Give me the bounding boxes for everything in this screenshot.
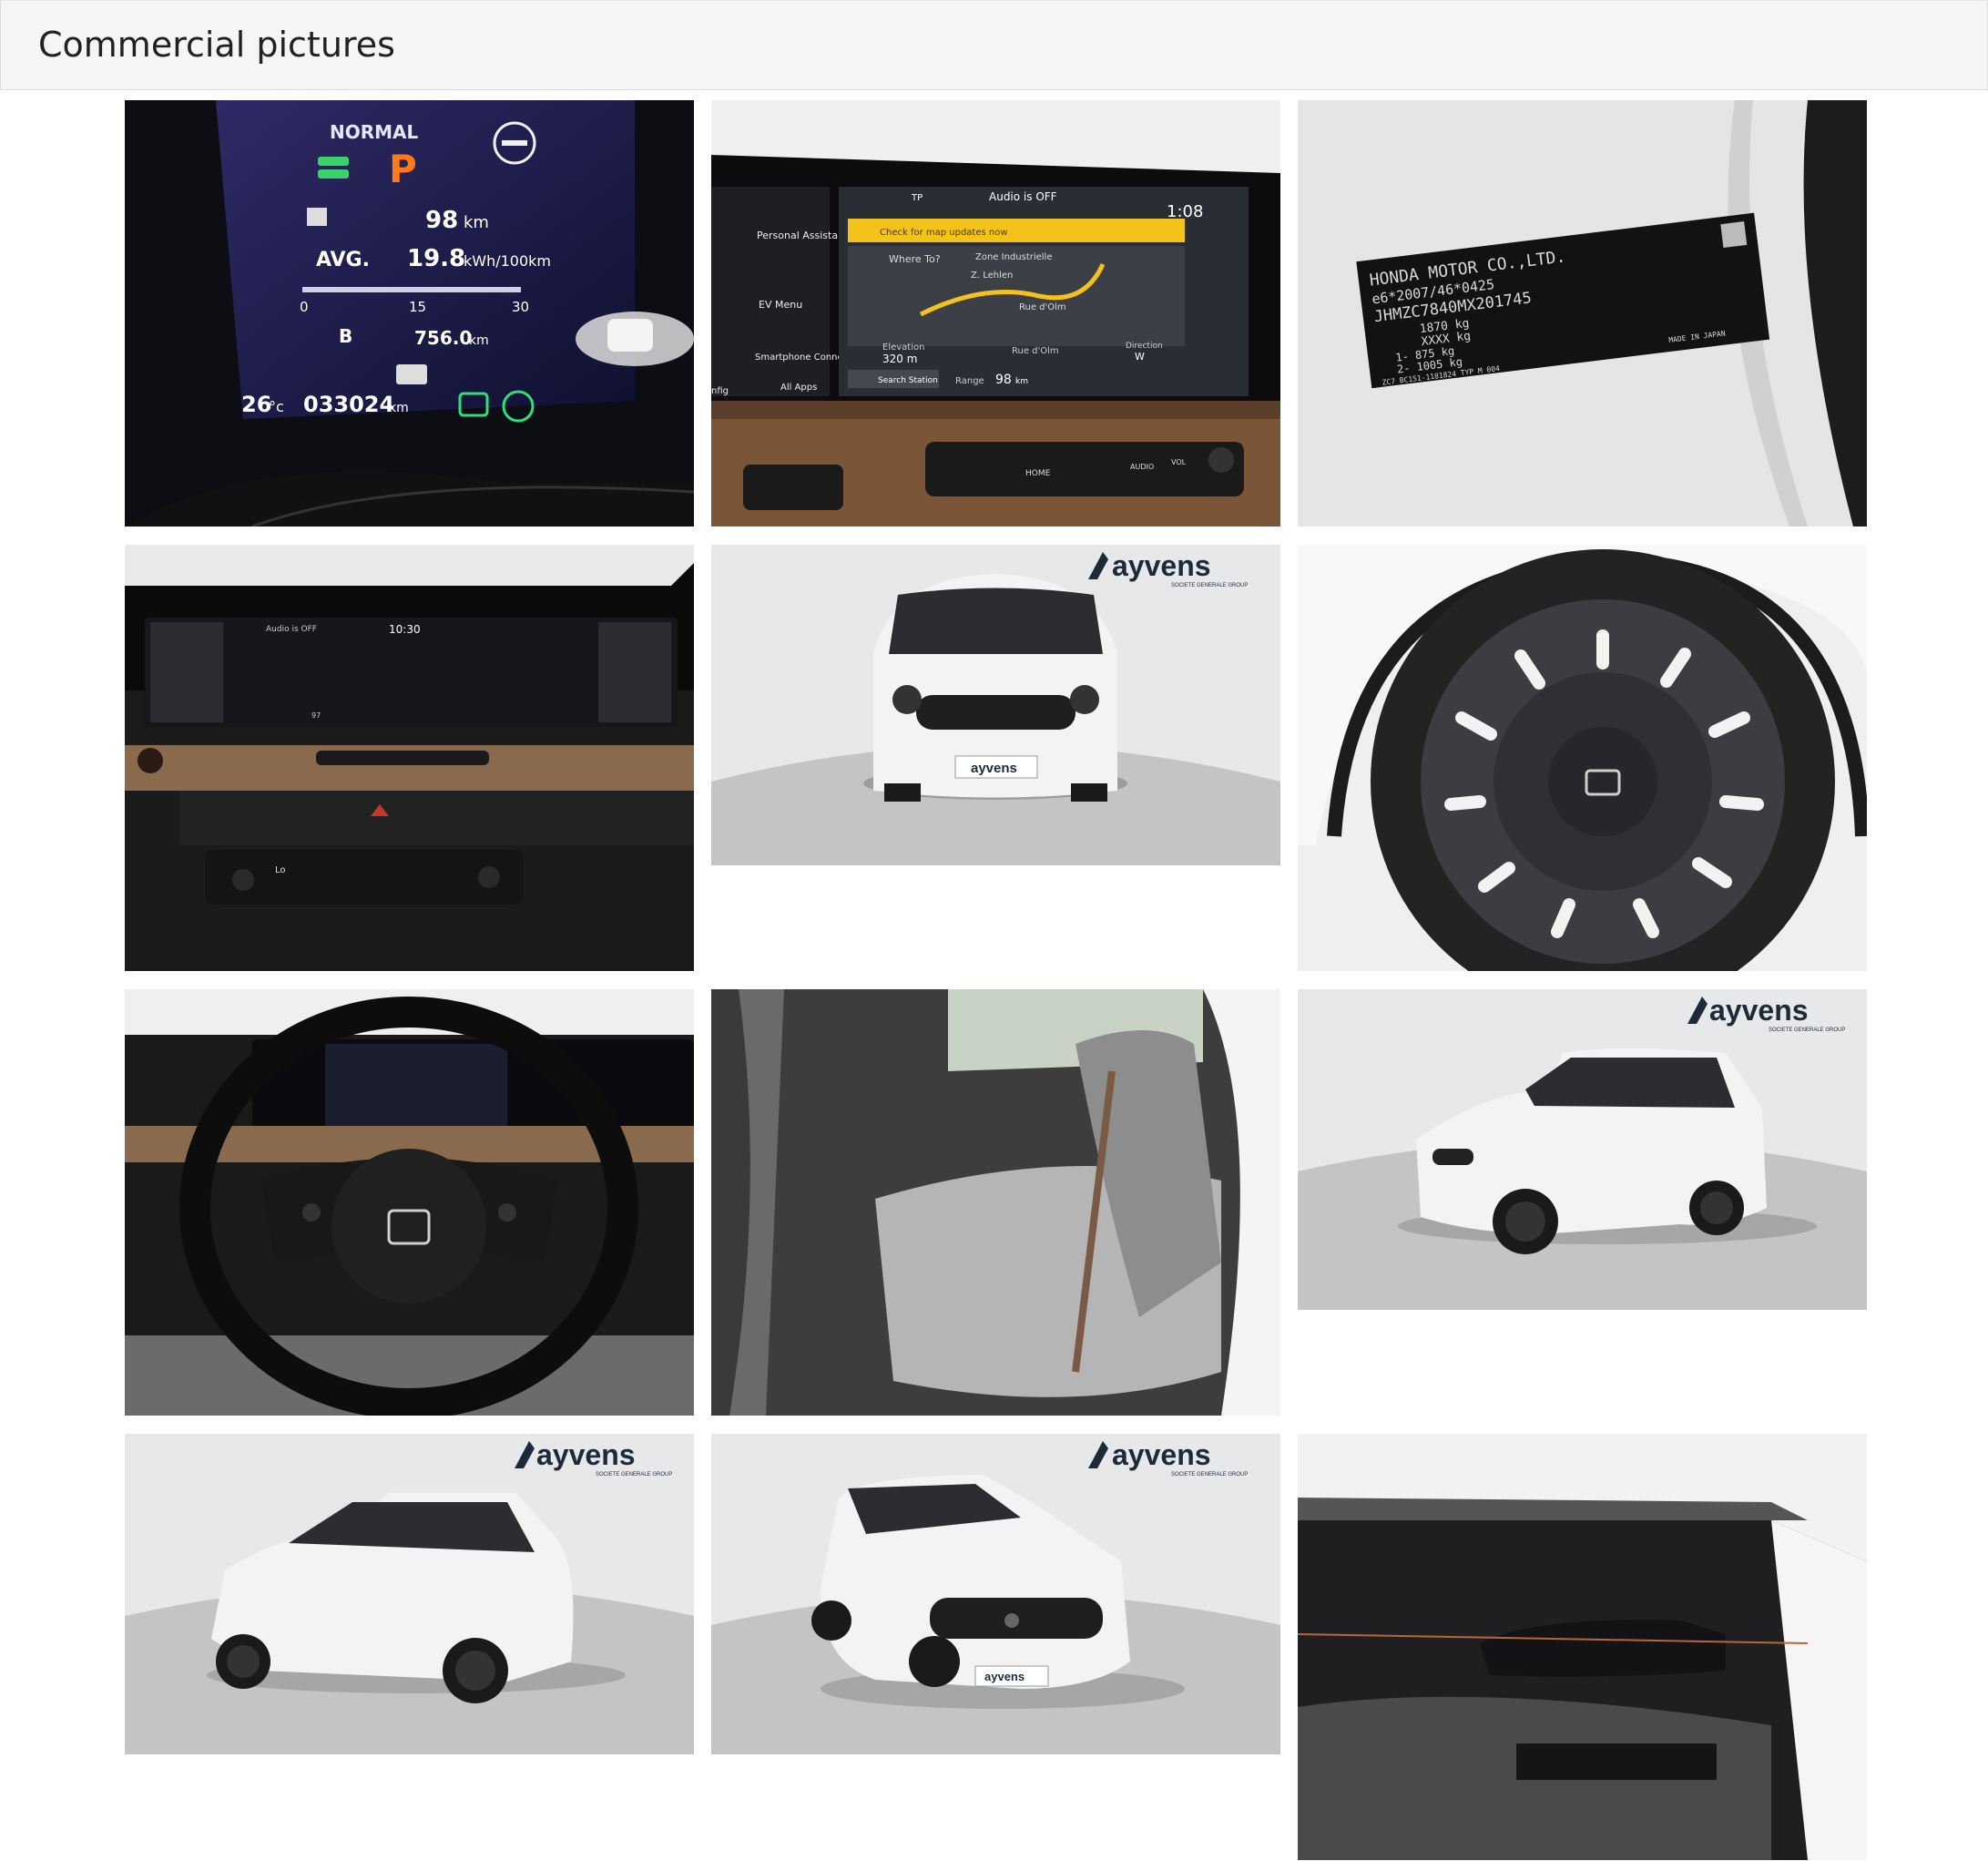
nav-clock: 1:08 <box>1167 202 1203 221</box>
wheel-image <box>1298 545 1867 971</box>
personal-assistant-label: Personal Assistant <box>757 230 849 241</box>
navigation-screen-image: Personal Assistant EV Menu Smartphone Co… <box>711 100 1280 527</box>
svg-text:Z. Lehlen: Z. Lehlen <box>971 271 1013 281</box>
svg-text:km: km <box>469 333 489 348</box>
odometer: 033024 <box>303 392 394 417</box>
rear-seats-image <box>711 989 1280 1416</box>
svg-text:Search Station: Search Station <box>878 376 938 385</box>
photo-steering-wheel[interactable] <box>125 989 694 1416</box>
svg-text:B: B <box>339 325 352 347</box>
svg-text:AUDIO: AUDIO <box>1130 463 1154 471</box>
license-plate-logo: ayvens <box>971 761 1017 776</box>
gear-indicator: P <box>389 147 417 191</box>
cluster-range-value: 98 <box>425 207 458 234</box>
photo-instrument-cluster[interactable]: NORMAL P 98 km AVG. 19.8 kWh/100km 0 15 … <box>125 100 694 527</box>
photo-car-front-angle[interactable]: ayvens SOCIETE GENERALE GROUP <box>1298 989 1867 1310</box>
svg-text:kWh/100km: kWh/100km <box>464 252 551 270</box>
trip-value: 756.0 <box>414 327 472 349</box>
svg-text:320 m: 320 m <box>882 353 917 365</box>
ayvens-logo: ayvens <box>536 1438 636 1471</box>
svg-text:km: km <box>1015 377 1028 386</box>
svg-text:EV Menu: EV Menu <box>759 299 802 311</box>
photo-car-front[interactable]: ayvens SOCIETE GENERALE GROUP ayvens <box>711 1434 1280 1754</box>
svg-text:15: 15 <box>409 299 426 315</box>
svg-text:30: 30 <box>512 299 529 315</box>
svg-text:SOCIETE GENERALE GROUP: SOCIETE GENERALE GROUP <box>1171 1472 1248 1478</box>
car-front-image: ayvens SOCIETE GENERALE GROUP ayvens <box>711 1434 1280 1754</box>
photo-wheel[interactable] <box>1298 545 1867 971</box>
svg-text:SOCIETE GENERALE GROUP: SOCIETE GENERALE GROUP <box>1171 583 1248 588</box>
photo-vin-plate[interactable]: HONDA MOTOR CO.,LTD. e6*2007/46*0425 JHM… <box>1298 100 1867 527</box>
svg-text:°c: °c <box>269 398 284 415</box>
svg-text:Rue d'Olm: Rue d'Olm <box>1019 302 1066 312</box>
cluster-avg-value: 19.8 <box>407 245 465 272</box>
svg-text:Check for map updates now: Check for map updates now <box>880 228 1008 238</box>
vin-plate-image: HONDA MOTOR CO.,LTD. e6*2007/46*0425 JHM… <box>1298 100 1867 527</box>
outside-temp: 26 <box>241 392 271 417</box>
svg-text:W: W <box>1135 351 1145 363</box>
ayvens-logo: ayvens <box>1112 549 1211 582</box>
svg-text:SOCIETE GENERALE GROUP: SOCIETE GENERALE GROUP <box>1769 1028 1845 1033</box>
car-front-angle-image: ayvens SOCIETE GENERALE GROUP <box>1298 989 1867 1310</box>
svg-text:VOL: VOL <box>1171 458 1187 466</box>
drive-mode-label: NORMAL <box>330 121 419 143</box>
svg-text:Where To?: Where To? <box>889 253 941 265</box>
svg-text:TP: TP <box>911 193 923 203</box>
car-rear-image: ayvens SOCIETE GENERALE GROUP ayvens <box>711 545 1280 865</box>
svg-text:Elevation: Elevation <box>882 343 924 353</box>
page-title: Commercial pictures <box>38 25 395 65</box>
svg-text:SOCIETE GENERALE GROUP: SOCIETE GENERALE GROUP <box>596 1472 672 1478</box>
svg-text:Audio is OFF: Audio is OFF <box>266 625 317 634</box>
svg-text:98: 98 <box>995 373 1012 387</box>
car-rear-angle-image: ayvens SOCIETE GENERALE GROUP <box>125 1434 694 1754</box>
section-header: Commercial pictures <box>0 0 1988 90</box>
photo-door-panel[interactable] <box>1298 1434 1867 1860</box>
svg-text:nfig: nfig <box>711 386 729 396</box>
svg-text:Rue d'Olm: Rue d'Olm <box>1012 346 1059 356</box>
ayvens-logo: ayvens <box>1709 994 1809 1027</box>
instrument-cluster-image: NORMAL P 98 km AVG. 19.8 kWh/100km 0 15 … <box>125 100 694 527</box>
svg-text:Lo: Lo <box>275 865 286 875</box>
photo-dashboard[interactable]: Audio is OFF 10:30 97 Lo <box>125 545 694 971</box>
svg-text:AVG.: AVG. <box>316 249 370 271</box>
dash-clock: 10:30 <box>389 623 421 636</box>
svg-text:Direction: Direction <box>1126 342 1163 351</box>
photo-car-rear-angle[interactable]: ayvens SOCIETE GENERALE GROUP <box>125 1434 694 1754</box>
svg-text:Zone Industrielle: Zone Industrielle <box>975 252 1053 262</box>
photo-navigation-screen[interactable]: Personal Assistant EV Menu Smartphone Co… <box>711 100 1280 527</box>
photo-rear-seats[interactable] <box>711 989 1280 1416</box>
svg-text:km: km <box>389 401 409 415</box>
svg-text:0: 0 <box>300 299 309 315</box>
steering-wheel-image <box>125 989 694 1416</box>
audio-status: Audio is OFF <box>989 190 1057 203</box>
svg-text:HOME: HOME <box>1025 469 1051 478</box>
license-plate-logo: ayvens <box>984 1670 1025 1683</box>
door-panel-image <box>1298 1434 1867 1860</box>
photo-car-rear[interactable]: ayvens SOCIETE GENERALE GROUP ayvens <box>711 545 1280 865</box>
ayvens-logo: ayvens <box>1112 1438 1211 1471</box>
svg-text:Range: Range <box>955 376 984 386</box>
svg-text:All Apps: All Apps <box>780 383 817 393</box>
dashboard-image: Audio is OFF 10:30 97 Lo <box>125 545 694 971</box>
svg-text:97: 97 <box>311 711 321 720</box>
svg-text:km: km <box>464 213 489 232</box>
